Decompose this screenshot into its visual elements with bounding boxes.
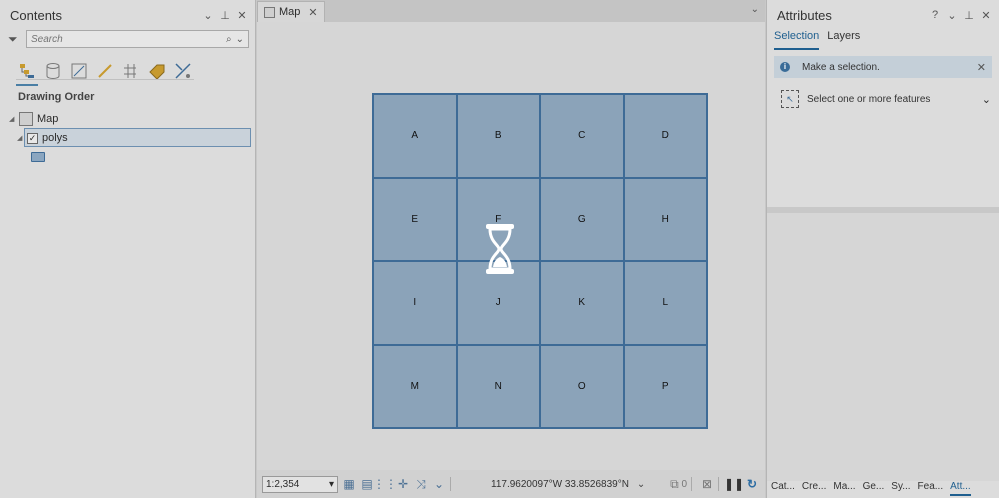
select-features-label: Select one or more features: [807, 93, 931, 105]
polygon-cell[interactable]: H: [623, 177, 707, 261]
polygon-cell[interactable]: O: [540, 344, 624, 428]
tab-map-label: Map: [279, 6, 301, 18]
tab-catalog[interactable]: Cat...: [771, 481, 795, 492]
tab-selection[interactable]: Selection: [774, 30, 820, 50]
tab-feature[interactable]: Fea...: [918, 481, 944, 492]
close-icon[interactable]: ✕: [979, 9, 993, 22]
tab-layers[interactable]: Layers: [827, 30, 860, 46]
tab-symbology[interactable]: Sy...: [891, 481, 910, 492]
pane-options-icon[interactable]: ⌄: [945, 9, 959, 22]
contents-toolbar: [0, 48, 255, 86]
info-message: Make a selection.: [802, 61, 880, 73]
map-pane: Map ✕ ⌄ A B C D E F G H I J K L M N O P: [257, 0, 765, 498]
status-right-tools: ⧉ 0 ⊠ ❚❚ ↻: [663, 477, 765, 491]
chevron-down-icon[interactable]: ⌄: [982, 93, 991, 106]
tree-item-map[interactable]: ◢ Map: [9, 110, 58, 128]
close-icon[interactable]: ✕: [235, 9, 249, 22]
search-box: ⌕ ⌄: [26, 30, 249, 48]
toolbar-divider: [16, 79, 194, 80]
map-status-bar: 1:2,354 ▾ ▦ ▤ ⋮⋮ ✛ ⤨ ⌄ 117.9620097°W 33.…: [257, 470, 765, 498]
tree-item-map-label: Map: [37, 113, 59, 125]
selected-features-count: 0: [681, 478, 687, 490]
search-dropdown-icon[interactable]: ⌄: [236, 34, 244, 45]
crosshair-icon[interactable]: ✛: [396, 477, 410, 491]
polygon-cell[interactable]: I: [373, 261, 457, 345]
dropdown-icon[interactable]: ⌄: [432, 477, 446, 491]
tab-create-features[interactable]: Cre...: [802, 481, 826, 492]
polygon-cell[interactable]: C: [540, 94, 624, 178]
tab-attributes[interactable]: Att...: [950, 481, 971, 496]
tab-list-icon[interactable]: ⌄: [751, 4, 759, 15]
info-icon: i: [780, 62, 790, 72]
drawing-order-heading: Drawing Order: [18, 91, 95, 103]
info-message-bar: i Make a selection. ✕: [774, 56, 992, 78]
pane-options-icon[interactable]: ⌄: [201, 9, 215, 22]
navigator-icon[interactable]: ▦: [342, 477, 356, 491]
coordinate-format-dropdown-icon[interactable]: ⌄: [637, 479, 645, 490]
tree-item-polys[interactable]: ◢ ✓ polys: [17, 129, 68, 147]
coordinate-readout: 117.9620097°W 33.8526839°N: [491, 478, 629, 490]
polygon-cell[interactable]: M: [373, 344, 457, 428]
map-icon: [19, 112, 33, 126]
tab-geoprocessing[interactable]: Ge...: [863, 481, 885, 492]
attributes-header: Attributes ? ⌄ ⊥ ✕: [767, 0, 999, 30]
dropdown-icon: ▾: [328, 478, 334, 490]
contents-title: Contents: [10, 7, 63, 23]
pause-drawing-icon[interactable]: ❚❚: [724, 477, 744, 491]
polygon-cell[interactable]: E: [373, 177, 457, 261]
map-canvas[interactable]: A B C D E F G H I J K L M N O P: [257, 22, 765, 470]
polygon-cell[interactable]: N: [456, 344, 540, 428]
polygon-cell[interactable]: K: [540, 261, 624, 345]
select-features-row[interactable]: ↖ Select one or more features ⌄: [781, 90, 991, 108]
grid-icon[interactable]: ▤: [360, 477, 374, 491]
attributes-title: Attributes: [777, 7, 832, 23]
close-tab-icon[interactable]: ✕: [308, 6, 317, 19]
pane-bottom-tabs: Cat... Cre... Ma... Ge... Sy... Fea... A…: [767, 475, 999, 498]
hourglass-icon: [486, 224, 514, 274]
polygon-cell[interactable]: P: [623, 344, 707, 428]
contents-header: Contents ⌄ ⊥ ✕: [0, 0, 255, 30]
polygon-symbol-icon[interactable]: [31, 152, 45, 162]
polygon-cell[interactable]: B: [456, 94, 540, 178]
attributes-pane: Attributes ? ⌄ ⊥ ✕ Selection Layers i Ma…: [766, 0, 999, 498]
tree-item-polys-label: polys: [42, 132, 68, 144]
polygon-cell[interactable]: A: [373, 94, 457, 178]
select-features-icon[interactable]: ↖: [781, 90, 799, 108]
status-separator: [718, 477, 719, 491]
search-input[interactable]: [31, 33, 222, 45]
layer-visibility-checkbox[interactable]: ✓: [27, 132, 38, 144]
status-separator: [450, 477, 451, 491]
filter-icon[interactable]: ⏷: [8, 32, 22, 46]
pin-icon[interactable]: ⊥: [218, 9, 232, 22]
map-icon: [264, 6, 275, 18]
status-separator: [691, 477, 692, 491]
contents-pane: Contents ⌄ ⊥ ✕ ⏷ ⌕ ⌄: [0, 0, 256, 498]
selected-features-icon[interactable]: ⧉: [667, 477, 681, 491]
help-icon[interactable]: ?: [928, 9, 942, 21]
constraints-icon[interactable]: ⤨: [414, 477, 428, 491]
clear-selection-icon[interactable]: ⊠: [700, 477, 714, 491]
polygon-cell[interactable]: G: [540, 177, 624, 261]
scale-selector[interactable]: 1:2,354 ▾: [262, 475, 338, 493]
search-row: ⏷ ⌕ ⌄: [0, 30, 255, 48]
snapping-toggle-icon[interactable]: ⋮⋮: [373, 477, 397, 491]
attribute-table-area: [767, 207, 999, 481]
document-tab-strip: Map ✕ ⌄: [257, 0, 765, 22]
expand-caret-icon[interactable]: ◢: [17, 134, 27, 142]
polygon-grid: A B C D E F G H I J K L M N O P: [372, 93, 708, 429]
pin-icon[interactable]: ⊥: [962, 9, 976, 22]
polygon-cell[interactable]: D: [623, 94, 707, 178]
scale-value: 1:2,354: [266, 478, 300, 490]
tab-modify[interactable]: Ma...: [833, 481, 855, 492]
search-icon[interactable]: ⌕: [226, 34, 232, 45]
refresh-icon[interactable]: ↻: [745, 477, 759, 491]
expand-caret-icon[interactable]: ◢: [9, 115, 19, 123]
tab-map[interactable]: Map ✕: [257, 1, 325, 22]
polygon-cell[interactable]: L: [623, 261, 707, 345]
close-icon[interactable]: ✕: [977, 61, 986, 74]
attributes-tabs: Selection Layers: [767, 30, 999, 50]
